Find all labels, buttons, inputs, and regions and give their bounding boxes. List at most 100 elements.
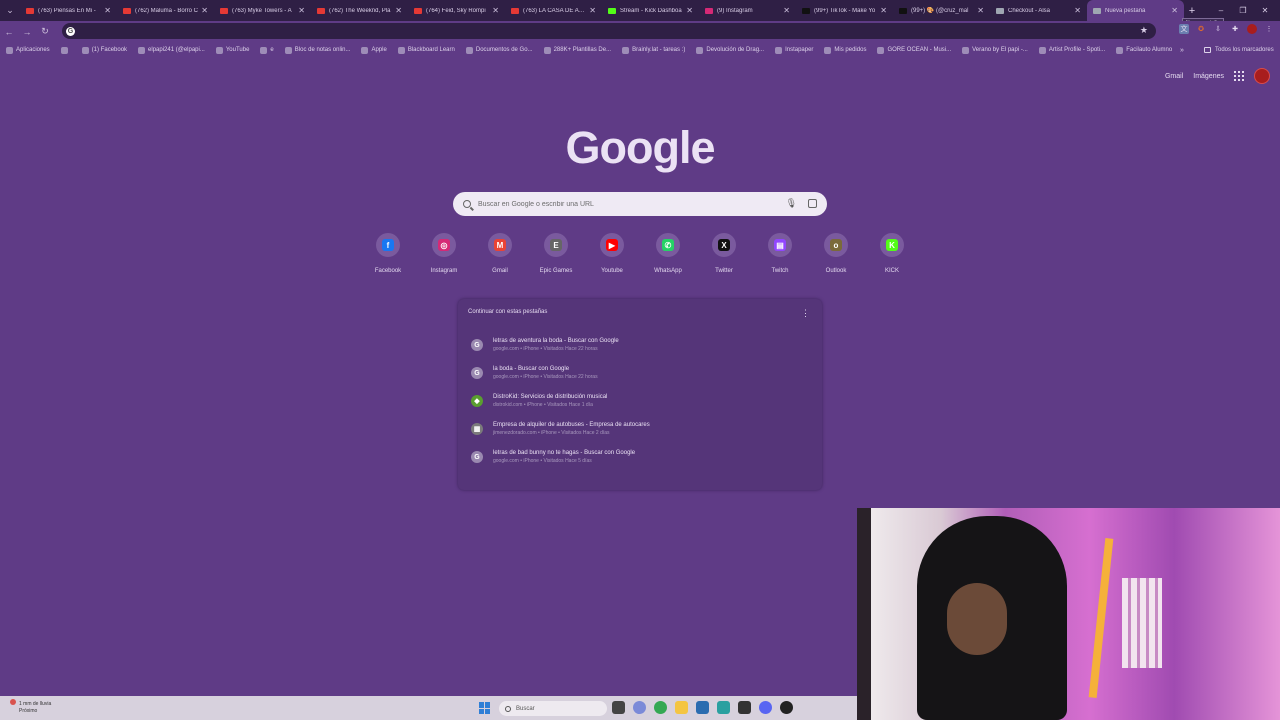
obs-icon[interactable] [780, 701, 793, 714]
extension-icon[interactable]: ✪ [1196, 24, 1206, 34]
puzzle-icon[interactable]: ✚ [1230, 24, 1240, 34]
bookmark-item[interactable]: (1) Facebook [81, 46, 127, 54]
shortcut-circle[interactable]: ▤ [768, 233, 792, 257]
new-tab-button[interactable]: + [1184, 3, 1200, 19]
shortcut-tile[interactable]: X Twitter [696, 233, 752, 274]
shortcut-tile[interactable]: f Facebook [360, 233, 416, 274]
bookmarks-more-button[interactable]: » [1180, 42, 1184, 58]
tab-close-icon[interactable]: ✕ [1171, 6, 1178, 15]
shortcut-circle[interactable]: ▶ [600, 233, 624, 257]
store-icon[interactable] [696, 701, 709, 714]
search-input[interactable] [478, 200, 768, 208]
tab-close-icon[interactable]: ✕ [492, 6, 499, 15]
shortcut-circle[interactable]: ✆ [656, 233, 680, 257]
shortcut-tile[interactable]: M Gmail [472, 233, 528, 274]
bookmark-item[interactable]: e [260, 46, 274, 54]
shortcut-tile[interactable]: E Epic Games [528, 233, 584, 274]
shortcut-circle[interactable]: E [544, 233, 568, 257]
app-icon-dark[interactable] [738, 701, 751, 714]
bookmark-item[interactable]: Aplicaciones [6, 46, 50, 54]
search-box[interactable]: 🎙︎ [453, 192, 827, 216]
continue-tab-item[interactable]: ▦ Empresa de alquiler de autobuses - Empr… [466, 415, 814, 443]
continue-tab-item[interactable]: Gletras de bad bunny no te hagas - Busca… [466, 443, 814, 471]
bookmark-star-icon[interactable]: ★ [1140, 25, 1148, 36]
bookmark-item[interactable]: elpapi241 (@elpapi... [138, 46, 205, 54]
bookmark-item[interactable]: GORE OCEAN - Musi... [877, 46, 951, 54]
browser-tab[interactable]: (99+) 🎨 (@cruz_mal ✕ [893, 0, 990, 21]
all-bookmarks-button[interactable]: Todos los marcadores [1204, 42, 1274, 58]
profile-avatar-icon[interactable] [1247, 24, 1257, 34]
task-view-icon[interactable] [612, 701, 625, 714]
bookmark-item[interactable]: Verano by El papi -... [962, 46, 1028, 54]
translate-icon[interactable]: 文 [1179, 24, 1189, 34]
bookmark-item[interactable]: Instapaper [775, 46, 813, 54]
tab-close-icon[interactable]: ✕ [880, 6, 887, 15]
app-icon-teal[interactable] [717, 701, 730, 714]
tab-close-icon[interactable]: ✕ [104, 6, 111, 15]
shortcut-circle[interactable]: K [880, 233, 904, 257]
browser-tab[interactable]: (762) The Weeknd, Pla ✕ [311, 0, 408, 21]
microphone-icon[interactable]: 🎙︎ [786, 198, 797, 209]
browser-tab[interactable]: (764) Feid, Sky Rompi ✕ [408, 0, 505, 21]
browser-tab[interactable]: (763) Piensas En Mi - ✕ [20, 0, 117, 21]
address-bar[interactable]: G ★ [62, 23, 1156, 39]
tab-close-icon[interactable]: ✕ [783, 6, 790, 15]
bookmark-item[interactable]: Apple [361, 46, 387, 54]
copilot-icon[interactable] [633, 701, 646, 714]
bookmark-item[interactable] [60, 46, 71, 54]
shortcut-circle[interactable]: X [712, 233, 736, 257]
minimize-icon[interactable]: – [1210, 6, 1232, 15]
browser-tab[interactable]: Nueva pestaña ✕ [1087, 0, 1184, 21]
browser-tab[interactable]: Stream - Kick Dashboa ✕ [602, 0, 699, 21]
bookmark-item[interactable]: Devolución de Drag... [696, 46, 764, 54]
tab-close-icon[interactable]: ✕ [589, 6, 596, 15]
images-link[interactable]: Imágenes [1193, 73, 1224, 80]
downloads-icon[interactable]: ⇩ [1213, 24, 1223, 34]
bookmark-item[interactable]: 288K+ Plantillas De... [543, 46, 611, 54]
chrome-icon[interactable] [654, 701, 667, 714]
google-lens-icon[interactable] [808, 199, 817, 208]
browser-tab[interactable]: (763) Myke Towers - A ✕ [214, 0, 311, 21]
reload-icon[interactable]: ↻ [36, 26, 54, 37]
gmail-link[interactable]: Gmail [1165, 73, 1183, 80]
tab-close-icon[interactable]: ✕ [686, 6, 693, 15]
shortcut-tile[interactable]: o Outlook [808, 233, 864, 274]
browser-tab[interactable]: (762) Maluma - Borro C ✕ [117, 0, 214, 21]
shortcut-tile[interactable]: K KICK [864, 233, 920, 274]
restore-icon[interactable]: ❐ [1232, 6, 1254, 15]
account-avatar[interactable] [1254, 68, 1270, 84]
shortcut-tile[interactable]: ▤ Twitch [752, 233, 808, 274]
bookmark-item[interactable]: Bloc de notas onlin... [284, 46, 350, 54]
close-window-icon[interactable]: ✕ [1254, 6, 1276, 15]
bookmark-item[interactable]: Documentos de Go... [465, 46, 533, 54]
continue-tab-item[interactable]: ◆ DistroKid: Servicios de distribución mu… [466, 387, 814, 415]
shortcut-tile[interactable]: ◎ Instagram [416, 233, 472, 274]
shortcut-tile[interactable]: ✆ WhatsApp [640, 233, 696, 274]
bookmark-item[interactable]: Mis pedidos [824, 46, 866, 54]
shortcut-circle[interactable]: f [376, 233, 400, 257]
file-explorer-icon[interactable] [675, 701, 688, 714]
back-icon[interactable]: ← [0, 27, 18, 37]
tab-search-icon[interactable]: ⌄ [0, 0, 20, 21]
weather-widget[interactable]: 1 mm de lluvia Próximo [10, 699, 51, 715]
tab-close-icon[interactable]: ✕ [977, 6, 984, 15]
tab-close-icon[interactable]: ✕ [1074, 6, 1081, 15]
continue-tab-item[interactable]: Gletras de aventura la boda - Buscar con… [466, 331, 814, 359]
apps-grid-icon[interactable] [1234, 71, 1244, 81]
shortcut-tile[interactable]: ▶ Youtube [584, 233, 640, 274]
browser-tab[interactable]: Checkout - Alsa ✕ [990, 0, 1087, 21]
discord-icon[interactable] [759, 701, 772, 714]
bookmark-item[interactable]: Artist Profile - Spoti... [1038, 46, 1105, 54]
shortcut-circle[interactable]: M [488, 233, 512, 257]
tab-close-icon[interactable]: ✕ [201, 6, 208, 15]
continue-tab-item[interactable]: Gla boda - Buscar con Google google.com •… [466, 359, 814, 387]
tab-close-icon[interactable]: ✕ [298, 6, 305, 15]
bookmark-item[interactable]: YouTube [215, 46, 249, 54]
browser-tab[interactable]: (763) LA CASA DE ALO ✕ [505, 0, 602, 21]
bookmark-item[interactable]: Brainly.lat - tareas :) [622, 46, 685, 54]
shortcut-circle[interactable]: o [824, 233, 848, 257]
shortcut-circle[interactable]: ◎ [432, 233, 456, 257]
menu-icon[interactable]: ⋮ [1264, 24, 1274, 34]
taskbar-search[interactable]: Buscar [499, 701, 607, 716]
forward-icon[interactable]: → [18, 27, 36, 37]
